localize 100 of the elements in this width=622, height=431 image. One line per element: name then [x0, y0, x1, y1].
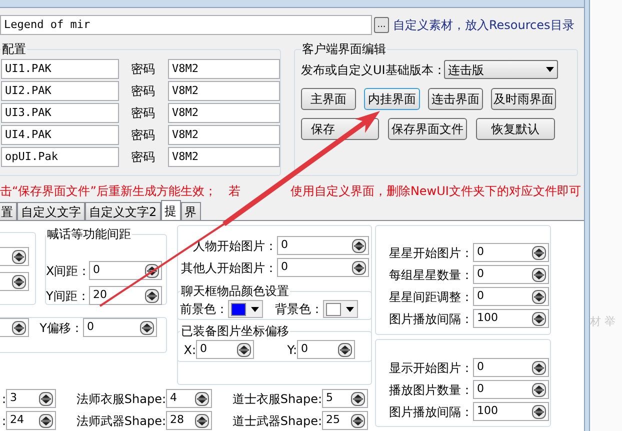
spin-field[interactable]: 3 [6, 389, 56, 408]
spinner-icon[interactable] [237, 342, 251, 356]
push-button[interactable]: 连击界面 [428, 88, 483, 110]
spin-field[interactable]: 0 [196, 340, 254, 359]
text-field[interactable]: V8M2 [168, 103, 280, 123]
spin-field[interactable]: 0 [473, 380, 549, 399]
field-label: 图片播放间隔： [388, 310, 473, 328]
spinner-icon[interactable] [351, 414, 365, 428]
push-button[interactable]: 主界面 [301, 88, 356, 110]
tab[interactable]: 提 [160, 200, 181, 220]
field-label: 图片播放间隔： [388, 404, 473, 420]
spin-field[interactable]: 5 [322, 389, 368, 408]
spin-field[interactable]: 100 [473, 402, 549, 421]
field-label: 发布或自定义UI基础版本： [301, 62, 444, 78]
group-title: 喊话等功能间距 [46, 226, 132, 243]
tab[interactable]: 置 [0, 202, 17, 220]
spinner-icon[interactable] [352, 238, 366, 252]
field-label: 密码 [131, 83, 156, 100]
spin-field[interactable]: 20 [89, 286, 162, 305]
notice-text: 使用自定义界面，删除NewUI文件夹下的对应文件即可 [290, 183, 581, 198]
spinner-icon[interactable] [12, 250, 26, 264]
field-label: 星星间距调整： [388, 288, 473, 306]
spin-field[interactable] [0, 272, 29, 291]
spinner-icon[interactable] [338, 342, 352, 356]
spin-field[interactable]: 0 [89, 261, 162, 280]
field-label: 法师武器Shape: [75, 412, 166, 430]
field-label: 星星开始图片： [388, 244, 473, 262]
caret-icon [546, 67, 554, 72]
text-field[interactable]: V8M2 [168, 125, 280, 145]
group-title: 已装备图片坐标偏移 [180, 323, 290, 340]
spinner-icon[interactable] [12, 320, 26, 334]
spinner-icon[interactable] [12, 274, 26, 288]
spin-field[interactable]: 28 [166, 411, 212, 430]
resources-link[interactable]: 自定义素材，放入Resources目录 [393, 16, 574, 34]
field-label: 显示开始图片： [388, 360, 473, 376]
caret-icon [251, 306, 259, 312]
text-field[interactable]: UI2.PAK [1, 81, 119, 101]
field-label: 前景色： [180, 301, 228, 318]
field-label: X: [182, 342, 196, 358]
text-field[interactable]: UI1.PAK [1, 59, 119, 79]
spinner-icon[interactable] [140, 320, 154, 334]
spinner-icon[interactable] [532, 268, 546, 282]
field-label: 密码 [131, 105, 156, 122]
spin-field[interactable]: 0 [277, 236, 369, 255]
version-dropdown[interactable]: 连击版 [444, 60, 558, 79]
text-field[interactable]: Legend of mir [0, 15, 372, 35]
push-button[interactable]: 恢复默认 [476, 118, 555, 140]
field-label: 每组星星数量： [388, 266, 473, 284]
spinner-icon[interactable] [351, 392, 365, 406]
spin-field[interactable]: 0 [473, 265, 549, 284]
spin-field[interactable]: 24 [6, 411, 56, 430]
spin-field[interactable]: 4 [166, 389, 212, 408]
group-title: 客户端界面编辑 [301, 41, 387, 58]
spinner-icon[interactable] [195, 392, 209, 406]
field-label: 法师衣服Shape: [75, 390, 166, 408]
field-label: Y间距： [46, 288, 89, 304]
spin-field[interactable]: 0 [473, 287, 549, 306]
spinner-icon[interactable] [39, 392, 53, 406]
spinner-icon[interactable] [532, 290, 546, 304]
spinner-icon[interactable] [39, 414, 53, 428]
spin-field[interactable]: 0 [277, 258, 369, 277]
text-field[interactable]: V8M2 [168, 81, 280, 101]
spin-field[interactable]: 0 [83, 318, 157, 337]
spin-field[interactable]: 25 [322, 411, 368, 430]
spin-field[interactable]: 0 [473, 358, 549, 377]
spin-field[interactable]: 0 [473, 243, 549, 262]
spin-field[interactable]: 100 [473, 309, 549, 328]
spinner-icon[interactable] [532, 360, 546, 374]
tab[interactable]: 自定义文字 [17, 202, 85, 220]
spinner-icon[interactable] [532, 382, 546, 396]
push-button[interactable]: 内挂界面 [364, 88, 420, 110]
group-title: 聊天框物品颜色设置 [180, 283, 290, 300]
text-field[interactable]: UI3.PAK [1, 103, 119, 123]
color-picker[interactable] [228, 300, 263, 318]
field-label: 其他人开始图片： [180, 260, 277, 276]
field-label: 播放图片数量： [388, 382, 473, 398]
spinner-icon[interactable] [532, 246, 546, 260]
field-label: 道士衣服Shape: [231, 390, 322, 408]
spinner-icon[interactable] [532, 404, 546, 418]
spinner-icon[interactable] [532, 312, 546, 326]
spin-field[interactable] [0, 318, 29, 337]
spinner-icon[interactable] [145, 288, 159, 302]
color-picker[interactable] [323, 300, 358, 318]
text-field[interactable]: V8M2 [168, 147, 280, 167]
browse-button[interactable]: ... [374, 17, 389, 33]
push-button[interactable]: 及时雨界面 [491, 88, 556, 110]
push-button[interactable]: 保存界面文件 [388, 118, 467, 140]
spin-field[interactable]: 0 [297, 340, 355, 359]
text-field[interactable]: V8M2 [168, 59, 280, 79]
text-field[interactable]: UI4.PAK [1, 125, 119, 145]
spinner-icon[interactable] [352, 260, 366, 274]
notice-text: 击“保存界面文件”后重新生成方能生效； 若 [0, 183, 240, 198]
spin-field[interactable] [0, 247, 29, 266]
field-label: 密码 [131, 127, 156, 144]
field-label: Y: [286, 342, 297, 358]
field-label: Y偏移： [38, 320, 83, 336]
tab[interactable]: 自定义文字2 [85, 202, 161, 220]
text-field[interactable]: opUI.Pak [1, 147, 119, 167]
tab[interactable]: 界 [180, 202, 201, 220]
spinner-icon[interactable] [195, 414, 209, 428]
